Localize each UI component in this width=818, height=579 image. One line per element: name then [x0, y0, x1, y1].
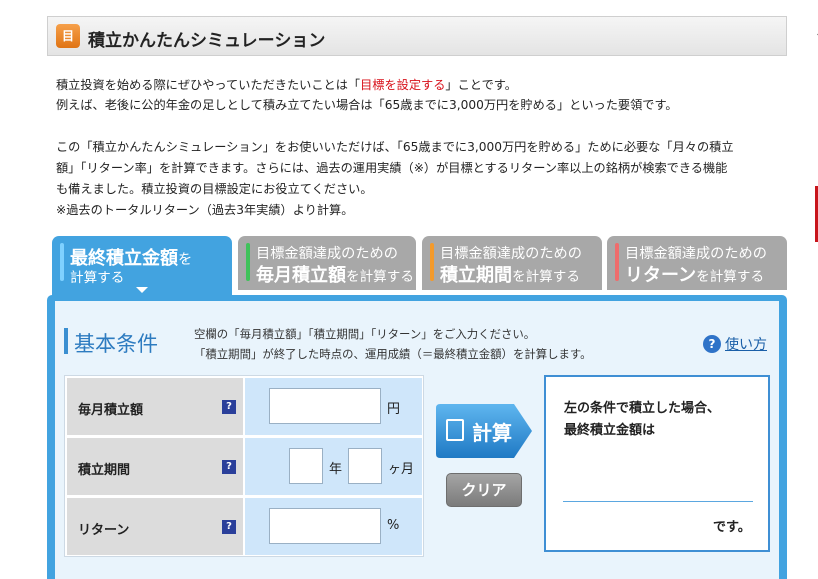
result-line-2: 最終積立金額は — [564, 423, 656, 438]
help-icon[interactable]: ? — [703, 335, 721, 353]
section-desc-1: 空欄の「毎月積立額」「積立期間」「リターン」をご入力ください。 — [194, 327, 536, 341]
intro-footnote: ※過去のトータルリターン（過去3年実績）より計算。 — [56, 203, 354, 217]
section-accent — [64, 328, 68, 354]
page-header: 目 積立かんたんシミュレーション — [47, 16, 787, 56]
tab-return[interactable]: 目標金額達成のための リターンを計算する — [607, 236, 787, 290]
tab-caption: 目標金額達成のための — [440, 246, 582, 262]
row-label-period: 積立期間 ? — [67, 438, 243, 495]
calculate-label: 計算 — [472, 421, 512, 445]
tab-arrow-icon — [136, 287, 148, 293]
help-icon[interactable]: ? — [222, 460, 236, 474]
intro-text: 」ことです。 — [445, 78, 517, 92]
tab-period[interactable]: 目標金額達成のための 積立期間を計算する — [422, 236, 602, 290]
result-underline — [563, 501, 753, 502]
tab-label: 毎月積立額を計算する — [256, 261, 414, 287]
row-label-monthly: 毎月積立額 ? — [67, 378, 243, 435]
intro-line-1: 積立投資を始める際にぜひやっていただきたいことは「目標を設定する」ことです。 — [56, 75, 517, 93]
result-panel: 左の条件で積立した場合、 最終積立金額は です。 — [544, 375, 770, 552]
tab-title: 毎月積立額 — [256, 265, 346, 286]
unit-yen: 円 — [387, 402, 401, 417]
tab-suffix: を計算する — [512, 269, 580, 285]
unit-percent: % — [387, 518, 400, 533]
row-input-area: 円 — [245, 378, 422, 435]
period-months-input[interactable] — [348, 448, 382, 484]
tab-suffix: を計算する — [696, 269, 765, 285]
tab-stripe — [615, 243, 619, 281]
row-label-return: リターン ? — [67, 498, 243, 555]
row-input-area: 年 ヶ月 — [245, 438, 422, 495]
monthly-amount-input[interactable] — [269, 388, 381, 424]
tab-monthly-amount[interactable]: 目標金額達成のための 毎月積立額を計算する — [238, 236, 416, 290]
intro-highlight: 目標を設定する — [360, 78, 446, 92]
result-suffix: です。 — [713, 520, 751, 535]
intro-text: 積立投資を始める際にぜひやっていただきたいことは「 — [56, 78, 361, 92]
clear-button[interactable]: クリア — [446, 473, 522, 507]
tab-suffix: を計算する — [346, 269, 414, 285]
tab-final-amount[interactable]: 最終積立金額を 計算する — [52, 236, 232, 296]
tab-stripe — [246, 243, 250, 281]
tab-caption: 目標金額達成のための — [625, 246, 767, 262]
tab-title: リターン — [625, 265, 697, 286]
unit-month: ヶ月 — [388, 462, 415, 477]
row-input-area: % — [245, 498, 422, 555]
tab-stripe — [60, 243, 64, 281]
section-desc-2: 「積立期間」が終了した時点の、運用成績（＝最終積立金額）を計算します。 — [194, 347, 592, 361]
intro-line-2: 例えば、老後に公的年金の足しとして積み立てたい場合は「65歳までに3,000万円… — [56, 98, 678, 112]
tab-caption: 目標金額達成のための — [256, 246, 398, 262]
simulation-icon: 目 — [56, 24, 80, 48]
period-years-input[interactable] — [289, 448, 323, 484]
field-label: 積立期間 — [78, 463, 131, 478]
calculate-button[interactable]: 計算 — [436, 404, 533, 458]
tab-suffix: を — [178, 252, 193, 268]
intro-line-5: も備えました。積立投資の目標設定にお役立てください。 — [56, 182, 373, 196]
tab-label: リターンを計算する — [625, 261, 764, 287]
tab-stripe — [430, 243, 434, 281]
edge-mark: ヾ — [814, 28, 818, 44]
tab-sub: 計算する — [70, 270, 125, 286]
help-link[interactable]: 使い方 — [725, 334, 767, 354]
intro-line-3: この「積立かんたんシミュレーション」をお使いいただけば、「65歳までに3,000… — [56, 140, 734, 154]
field-label: リターン — [78, 523, 130, 538]
section-title: 基本条件 — [74, 332, 158, 356]
help-icon[interactable]: ? — [222, 400, 236, 414]
tab-title: 積立期間 — [440, 265, 512, 286]
input-form: 毎月積立額 ? 円 積立期間 ? 年 ヶ月 リターン ? % — [64, 375, 424, 557]
intro-line-4: 額」「リターン率」を計算できます。さらには、過去の運用実績（※）が目標とするリタ… — [56, 161, 728, 175]
tab-label: 積立期間を計算する — [440, 261, 580, 287]
unit-year: 年 — [329, 462, 343, 477]
help-icon[interactable]: ? — [222, 520, 236, 534]
field-label: 毎月積立額 — [78, 403, 144, 418]
return-rate-input[interactable] — [269, 508, 381, 544]
calculator-icon — [446, 419, 464, 441]
page-title: 積立かんたんシミュレーション — [88, 31, 326, 51]
result-line-1: 左の条件で積立した場合、 — [564, 401, 721, 416]
